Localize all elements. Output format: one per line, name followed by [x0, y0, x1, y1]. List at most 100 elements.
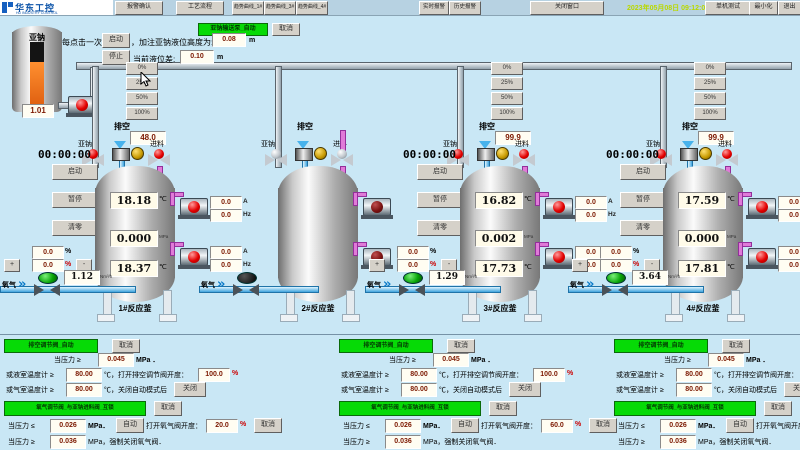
- cancel-button[interactable]: 取消: [764, 401, 792, 416]
- stir-increase-button[interactable]: +: [572, 259, 588, 272]
- process-flow-button[interactable]: 工艺流程: [176, 1, 224, 15]
- oxygen-valve-icon[interactable]: [602, 276, 628, 298]
- vent-open-0-button[interactable]: 0%: [694, 62, 726, 75]
- unit-flow: Nm³/h: [100, 274, 112, 279]
- low-pressure-setpoint[interactable]: 0.026: [50, 419, 86, 433]
- stir-increase-button[interactable]: +: [369, 259, 385, 272]
- trend-3-button[interactable]: 趋势曲线_3#: [264, 1, 296, 15]
- close-valve-button[interactable]: 关闭: [509, 382, 541, 397]
- gas-temp-setpoint[interactable]: 80.00: [676, 383, 712, 397]
- stir-setpoint-value[interactable]: 0.0: [397, 259, 429, 272]
- cancel-button[interactable]: 取消: [447, 339, 475, 353]
- minimize-button[interactable]: 最小化: [749, 1, 778, 15]
- vent-open-0-button[interactable]: 0%: [491, 62, 523, 75]
- nitrite-valve-icon[interactable]: [265, 149, 287, 169]
- realtime-alarm-button[interactable]: 实时报警: [419, 1, 449, 15]
- cancel-button[interactable]: 取消: [112, 339, 140, 353]
- fill-height-field[interactable]: 0.08: [212, 33, 246, 47]
- trend-1-button[interactable]: 趋势曲线_1#: [232, 1, 264, 15]
- high-pressure-setpoint[interactable]: 0.036: [385, 435, 421, 449]
- alarm-ack-button[interactable]: 报警确认: [115, 1, 163, 15]
- high-pressure-setpoint[interactable]: 0.036: [50, 435, 86, 449]
- feed-valve-icon[interactable]: [716, 149, 738, 169]
- stir-setpoint-value[interactable]: 0.0: [600, 259, 632, 272]
- standalone-test-button[interactable]: 单机测试: [705, 1, 751, 15]
- close-valve-button[interactable]: 关闭: [174, 382, 206, 397]
- clear-button[interactable]: 清零: [52, 220, 98, 236]
- low-pressure-setpoint[interactable]: 0.026: [385, 419, 421, 433]
- pause-button[interactable]: 暂停: [417, 192, 463, 208]
- history-alarm-button[interactable]: 历史报警: [449, 1, 481, 15]
- oxygen-valve-icon[interactable]: [233, 276, 259, 298]
- vent-pressure-setpoint[interactable]: 0.045: [98, 353, 134, 367]
- vent-open-25-button[interactable]: 25%: [694, 77, 726, 90]
- agitator-pump-1[interactable]: [545, 198, 573, 216]
- fill-start-button[interactable]: 启动: [102, 33, 130, 48]
- vent-pressure-setpoint[interactable]: 0.045: [433, 353, 469, 367]
- pause-button[interactable]: 暂停: [620, 192, 666, 208]
- liquid-temp-setpoint[interactable]: 80.00: [66, 368, 102, 382]
- low-pressure-setpoint[interactable]: 0.026: [660, 419, 696, 433]
- oxygen-open-setpoint[interactable]: 60.0: [541, 419, 573, 433]
- vent-auto-button[interactable]: 排空调节阀_自动: [339, 339, 433, 353]
- cancel-button[interactable]: 取消: [254, 418, 282, 433]
- close-valve-button[interactable]: 关闭: [784, 382, 800, 397]
- stir-increase-button[interactable]: +: [4, 259, 20, 272]
- oxygen-open-setpoint[interactable]: 20.0: [206, 419, 238, 433]
- vent-open-100-button[interactable]: 100%: [694, 107, 726, 120]
- feed-valve-icon[interactable]: [148, 149, 170, 169]
- liquid-temp-setpoint[interactable]: 80.00: [401, 368, 437, 382]
- vent-open-50-button[interactable]: 50%: [491, 92, 523, 105]
- auto-button[interactable]: 自动: [451, 418, 479, 433]
- oxygen-open-label: 打开氧气阀开度：: [146, 421, 202, 431]
- auto-button[interactable]: 自动: [726, 418, 754, 433]
- cancel-button[interactable]: 取消: [489, 401, 517, 416]
- feed-valve-icon[interactable]: [513, 149, 535, 169]
- agitator-pump-2[interactable]: [748, 248, 776, 266]
- oxygen-valve-icon[interactable]: [399, 276, 425, 298]
- feed-valve-icon[interactable]: [331, 149, 353, 169]
- cancel-button[interactable]: 取消: [154, 401, 182, 416]
- vent-valve-icon[interactable]: [295, 141, 327, 163]
- start-button[interactable]: 启动: [620, 164, 666, 180]
- agitator-pump-1[interactable]: [748, 198, 776, 216]
- vent-open-50-button[interactable]: 50%: [694, 92, 726, 105]
- oxygen-interlock-button[interactable]: 氧气调节阀_与亚钠进料阀_互锁: [339, 401, 481, 416]
- pause-button[interactable]: 暂停: [52, 192, 98, 208]
- datetime-display: 2023年05月08日 09:12:01: [627, 3, 709, 13]
- close-window-button[interactable]: 关闭窗口: [530, 1, 604, 15]
- start-button[interactable]: 启动: [417, 164, 463, 180]
- vent-valve-icon[interactable]: [112, 141, 144, 163]
- oxygen-interlock-button[interactable]: 氧气调节阀_与亚钠进料阀_互锁: [614, 401, 756, 416]
- start-button[interactable]: 启动: [52, 164, 98, 180]
- vent-open-50-button[interactable]: 50%: [126, 92, 158, 105]
- agitator-pump-1[interactable]: [363, 198, 391, 216]
- liquid-temp-setpoint[interactable]: 80.00: [676, 368, 712, 382]
- vent-open-100-button[interactable]: 100%: [491, 107, 523, 120]
- exit-button[interactable]: 退出: [778, 1, 800, 15]
- vent-auto-button[interactable]: 排空调节阀_自动: [4, 339, 98, 353]
- vent-open-setpoint[interactable]: 100.0: [533, 368, 565, 382]
- nitrite-pump-cancel-button[interactable]: 取消: [272, 23, 300, 36]
- vent-open-100-button[interactable]: 100%: [126, 107, 158, 120]
- gas-temp-setpoint[interactable]: 80.00: [66, 383, 102, 397]
- vent-valve-icon[interactable]: [477, 141, 509, 163]
- vent-pressure-setpoint[interactable]: 0.045: [708, 353, 744, 367]
- oxygen-interlock-button[interactable]: 氧气调节阀_与亚钠进料阀_互锁: [4, 401, 146, 416]
- agitator-pump-2[interactable]: [545, 248, 573, 266]
- agitator-pump-2[interactable]: [180, 248, 208, 266]
- stir-setpoint-value[interactable]: 0.0: [32, 259, 64, 272]
- high-pressure-setpoint[interactable]: 0.036: [660, 435, 696, 449]
- vent-open-25-button[interactable]: 25%: [491, 77, 523, 90]
- gas-temp-setpoint[interactable]: 80.00: [401, 383, 437, 397]
- cancel-button[interactable]: 取消: [722, 339, 750, 353]
- oxygen-valve-icon[interactable]: [34, 276, 60, 298]
- vent-auto-button[interactable]: 排空调节阀_自动: [614, 339, 708, 353]
- agitator-pump-1[interactable]: [180, 198, 208, 216]
- vent-open-setpoint[interactable]: 100.0: [198, 368, 230, 382]
- clear-button[interactable]: 清零: [417, 220, 463, 236]
- trend-4-button[interactable]: 趋势曲线_4#: [296, 1, 328, 15]
- clear-button[interactable]: 清零: [620, 220, 666, 236]
- vent-valve-icon[interactable]: [680, 141, 712, 163]
- auto-button[interactable]: 自动: [116, 418, 144, 433]
